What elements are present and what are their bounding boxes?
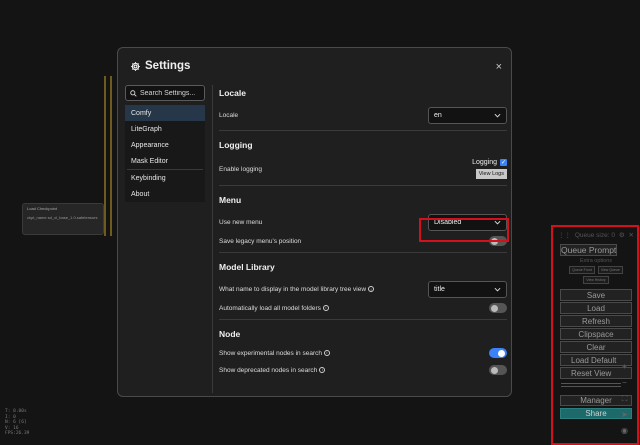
stat-line: FPS:26.39 [5,431,30,436]
fit-view-icon[interactable]: ⛶ [622,394,628,404]
info-icon[interactable]: i [368,286,375,293]
logging-controls: Logging ✓ View Logs [472,159,507,179]
setting-row-experimental: Show experimental nodes in search i [219,348,507,358]
section-divider [219,319,507,320]
render-stats: T: 0.00s I: 0 N: 6 [6] V: 16 FPS:26.39 [5,409,29,437]
zoom-in-icon[interactable]: + [622,362,627,372]
info-icon[interactable]: i [323,349,330,356]
setting-label-text: Show deprecated nodes in search [219,366,318,374]
locale-select[interactable]: en [428,107,507,124]
search-input[interactable] [140,89,200,97]
setting-label: What name to display in the model librar… [219,286,375,293]
search-icon [130,89,137,97]
node-field: ckpt_name sd_xl_base_1.0.safetensors [27,215,98,220]
highlight-box [419,218,509,242]
experimental-toggle[interactable] [489,348,507,358]
category-comfy[interactable]: Comfy [125,105,205,121]
setting-label-text: What name to display in the model librar… [219,286,367,293]
locate-icon[interactable]: ➤ [621,410,628,420]
dialog-header: Settings [130,60,190,72]
settings-search[interactable] [125,85,205,101]
setting-label: Locale [219,112,239,119]
autoload-toggle[interactable] [489,303,507,313]
setting-row-logging: Enable logging Logging ✓ View Logs [219,159,507,179]
chevron-down-icon [494,113,501,118]
setting-row-autoload: Automatically load all model folders i [219,303,507,313]
setting-row-deprecated: Show deprecated nodes in search i [219,365,507,375]
view-logs-button[interactable]: View Logs [475,169,507,179]
stat-line: N: 6 [6] [5,420,27,425]
category-list: Comfy LiteGraph Appearance Mask Editor K… [125,105,205,202]
setting-label: Use new menu [219,219,263,226]
category-keybinding[interactable]: Keybinding [125,170,205,186]
model-name-select[interactable]: title [428,281,507,298]
category-about[interactable]: About [125,186,205,202]
section-divider [219,130,507,131]
category-appearance[interactable]: Appearance [125,137,205,153]
setting-label: Save legacy menu's position [219,237,302,245]
section-title-node: Node [219,329,241,339]
node-wire [104,76,106,236]
category-litegraph[interactable]: LiteGraph [125,121,205,137]
checkbox-label: Logging [472,159,497,166]
deprecated-toggle[interactable] [489,365,507,375]
section-title-model-library: Model Library [219,262,275,272]
setting-label: Show deprecated nodes in search i [219,366,326,374]
section-divider [219,252,507,253]
setting-label: Show experimental nodes in search i [219,350,330,357]
chevron-down-icon [494,287,501,292]
setting-label: Enable logging [219,165,263,173]
node-title: Load Checkpoint [27,206,58,211]
zoom-out-icon[interactable]: − [622,378,627,388]
stat-line: T: 0.00s [5,409,27,414]
select-value: title [434,286,445,293]
eye-icon[interactable]: ◉ [621,426,628,436]
graph-node[interactable]: Load Checkpoint ckpt_name sd_xl_base_1.0… [22,203,104,235]
settings-dialog: Settings × Comfy LiteGraph Appearance Ma… [117,47,512,397]
category-mask-editor[interactable]: Mask Editor [125,153,205,169]
logging-checkbox[interactable]: Logging ✓ [472,159,507,166]
info-icon[interactable]: i [319,366,326,373]
checkmark-icon[interactable]: ✓ [500,159,507,166]
gear-icon [131,61,140,71]
close-icon[interactable]: × [496,61,502,73]
setting-row-locale: Locale en [219,107,507,124]
info-icon[interactable]: i [322,304,329,311]
dialog-title: Settings [145,60,191,72]
panel-divider [212,85,213,393]
setting-row-model-name: What name to display in the model librar… [219,281,507,298]
setting-label-text: Show experimental nodes in search [219,349,322,357]
section-title-logging: Logging [219,140,253,150]
settings-sidebar: Comfy LiteGraph Appearance Mask Editor K… [125,85,205,202]
section-title-menu: Menu [219,195,242,205]
canvas-tools: + − ⛶ ➤ ◉ [621,362,628,436]
node-wire [110,76,112,236]
setting-label: Automatically load all model folders i [219,305,329,312]
section-title-locale: Locale [219,88,246,98]
select-value: en [434,112,442,119]
setting-label-text: Automatically load all model folders [219,304,321,312]
section-divider [219,185,507,186]
